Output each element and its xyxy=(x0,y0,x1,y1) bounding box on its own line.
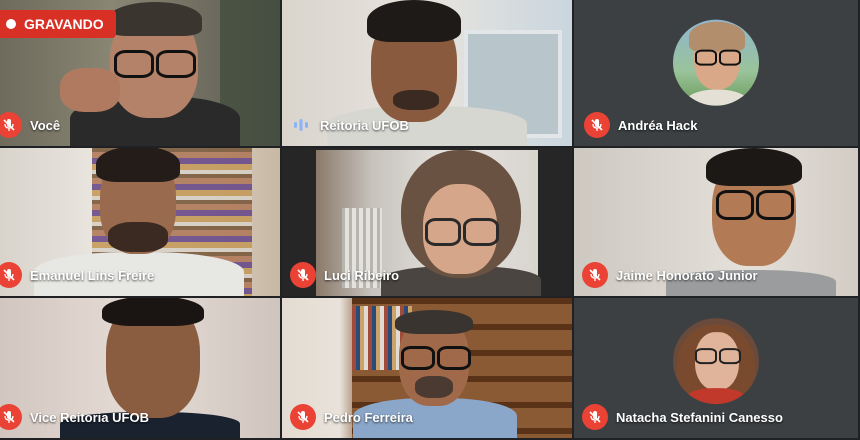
avatar xyxy=(673,318,759,405)
participant-name: Pedro Ferreira xyxy=(324,409,413,425)
participant-label: Emanuel Lins Freire xyxy=(0,262,154,288)
participant-label: Vice Reitoria UFOB xyxy=(0,404,149,430)
participant-name: Reitoria UFOB xyxy=(320,117,409,133)
mic-off-icon xyxy=(0,112,22,138)
participant-tile-reitoria[interactable]: Reitoria UFOB xyxy=(282,0,574,148)
mic-off-icon xyxy=(290,262,316,288)
participant-tile-jaime[interactable]: Jaime Honorato Junior xyxy=(574,148,860,298)
participant-label: Luci Ribeiro xyxy=(290,262,399,288)
participant-label: Você xyxy=(0,112,60,138)
participant-tile-luci[interactable]: Luci Ribeiro xyxy=(282,148,574,298)
audio-level-icon xyxy=(290,112,312,138)
participant-name: Natacha Stefanini Canesso xyxy=(616,409,783,425)
participant-label: Natacha Stefanini Canesso xyxy=(582,404,783,430)
participant-tile-voce[interactable]: GRAVANDO Você xyxy=(0,0,282,148)
participant-tile-emanuel[interactable]: Emanuel Lins Freire xyxy=(0,148,282,298)
participant-tile-natacha[interactable]: Natacha Stefanini Canesso xyxy=(574,298,860,440)
participant-name: Jaime Honorato Junior xyxy=(616,267,758,283)
participant-grid: GRAVANDO Você Reitoria UFOB Andréa Hack … xyxy=(0,0,860,440)
participant-label: Reitoria UFOB xyxy=(282,112,409,138)
participant-label: Pedro Ferreira xyxy=(290,404,413,430)
recording-label: GRAVANDO xyxy=(24,16,104,32)
participant-name: Andréa Hack xyxy=(618,117,698,133)
participant-name: Emanuel Lins Freire xyxy=(30,267,155,283)
participant-label: Jaime Honorato Junior xyxy=(582,262,758,288)
mic-off-icon xyxy=(582,404,608,430)
participant-name: Vice Reitoria UFOB xyxy=(30,409,149,425)
participant-tile-vice-reitoria[interactable]: Vice Reitoria UFOB xyxy=(0,298,282,440)
mic-off-icon xyxy=(0,404,22,430)
participant-label: Andréa Hack xyxy=(574,112,697,138)
mic-off-icon xyxy=(582,262,608,288)
record-dot-icon xyxy=(6,19,16,29)
participant-name: Luci Ribeiro xyxy=(324,267,400,283)
mic-off-icon xyxy=(290,404,316,430)
participant-tile-andrea[interactable]: Andréa Hack xyxy=(574,0,860,148)
recording-badge: GRAVANDO xyxy=(0,10,116,38)
avatar xyxy=(673,19,759,106)
participant-tile-pedro[interactable]: Pedro Ferreira xyxy=(282,298,574,440)
participant-name: Você xyxy=(30,117,61,133)
mic-off-icon xyxy=(584,112,610,138)
mic-off-icon xyxy=(0,262,22,288)
